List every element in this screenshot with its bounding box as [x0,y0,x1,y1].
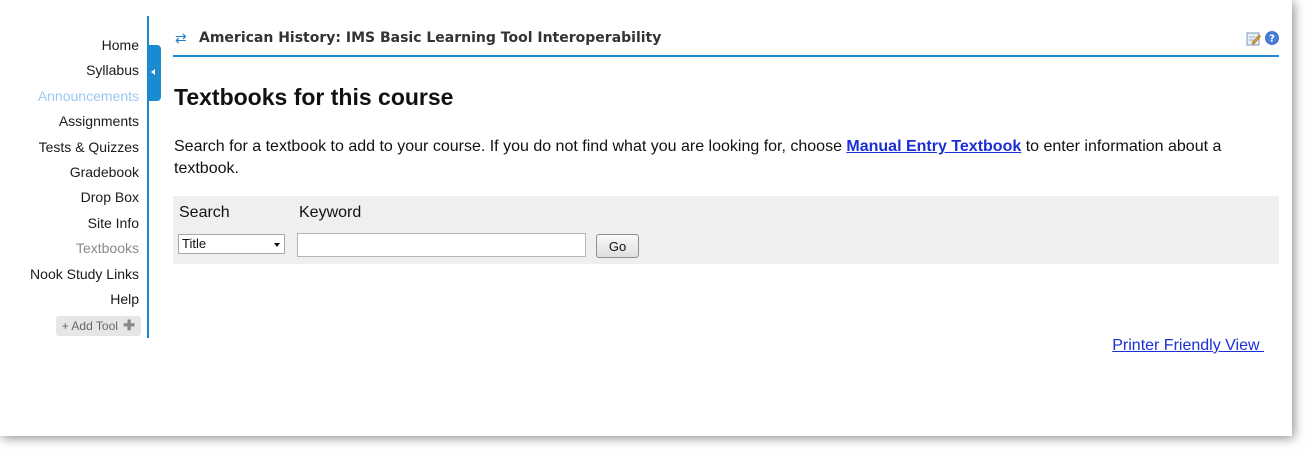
sidebar-item-tests-and-quizzes[interactable]: Tests & Quizzes [0,135,139,160]
sidebar-item-help[interactable]: Help [0,287,139,312]
sidebar-item-announcements[interactable]: Announcements [0,84,139,109]
add-tool-label: + Add Tool [61,319,118,334]
sidebar-item-home[interactable]: Home [0,33,139,58]
tool-frame: Home Syllabus Announcements Assignments Test… [0,0,1292,436]
tool-menu: Home Syllabus Announcements Assignments Test… [0,33,141,337]
collapse-menu-toggle[interactable] [147,45,161,101]
instructions-text: Search for a textbook to add to your cou… [174,136,1284,180]
search-panel: Search Keyword Title Go [173,196,1279,264]
sidebar-item-site-info[interactable]: Site Info [0,211,139,236]
dropdown-arrow-icon [274,243,280,247]
search-field-select[interactable]: Title [178,234,285,254]
collapse-arrow-icon [151,69,155,75]
sidebar-item-gradebook[interactable]: Gradebook [0,160,139,185]
add-tool-wrapper: + Add Tool ✚ [0,312,141,337]
sidebar-item-textbooks[interactable]: Textbooks [0,236,139,261]
plus-icon: ✚ [123,317,135,334]
help-icon[interactable]: ? [1265,31,1279,45]
add-tool-button[interactable]: + Add Tool ✚ [55,316,141,337]
instructions-lead: Search for a textbook to add to your cou… [174,138,847,155]
sidebar-item-drop-box[interactable]: Drop Box [0,185,139,210]
go-button[interactable]: Go [596,234,639,258]
search-field-label: Search [179,204,230,221]
edit-icon[interactable] [1246,31,1261,46]
svg-text:?: ? [1269,34,1275,45]
sidebar-item-syllabus[interactable]: Syllabus [0,58,139,83]
keyword-label: Keyword [299,204,362,221]
keyword-input[interactable] [297,233,586,257]
reset-icon[interactable]: ⇄ [175,30,187,47]
manual-entry-link[interactable]: Manual Entry Textbook [846,138,1021,155]
sidebar-item-assignments[interactable]: Assignments [0,109,139,134]
tool-title-bar: ⇄ American History: IMS Basic Learning T… [173,27,1279,57]
sidebar-item-nook-study-links[interactable]: Nook Study Links [0,262,139,287]
search-field-selected: Title [182,236,207,251]
tool-title: American History: IMS Basic Learning Too… [199,30,662,46]
page-title: Textbooks for this course [174,84,454,110]
printer-friendly-link[interactable]: Printer Friendly View [1112,337,1264,355]
